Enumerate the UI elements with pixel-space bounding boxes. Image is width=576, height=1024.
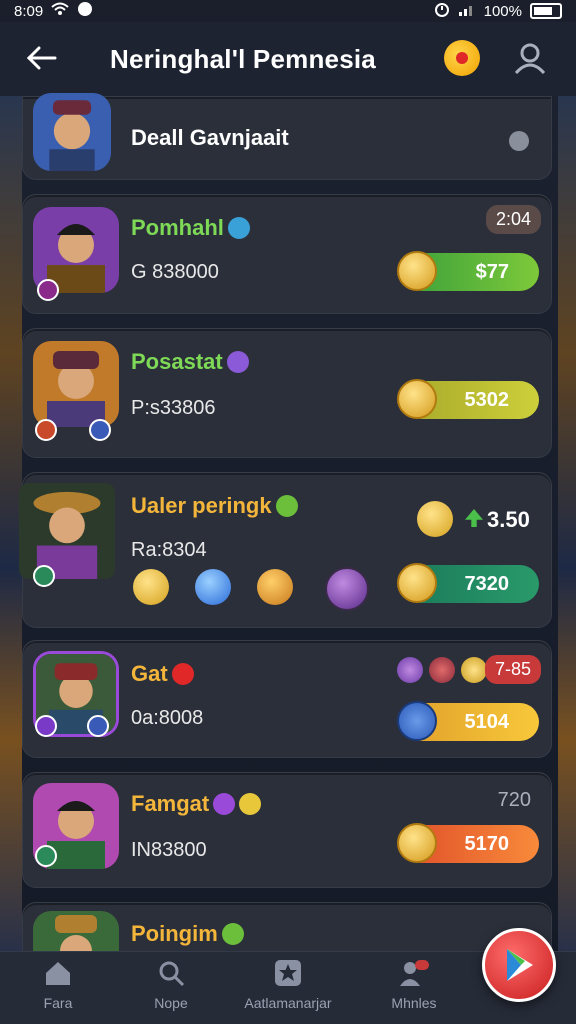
back-button[interactable] — [24, 40, 60, 76]
orb-item-icon — [325, 567, 369, 611]
list-item[interactable]: Gat 0a:8008 7-85 5104 — [22, 640, 552, 758]
player-name: Famgat — [131, 791, 262, 817]
status-left: 8:09 — [14, 1, 93, 21]
chest-icon — [397, 701, 437, 741]
status-bar: 8:09 100% — [0, 0, 576, 22]
price-button[interactable]: 5170 — [397, 823, 539, 863]
price-value: 5170 — [464, 832, 510, 855]
battery-percent: 100% — [483, 2, 522, 20]
search-icon — [159, 961, 185, 987]
nav-achievements-label: Aatlamanarjar — [244, 995, 332, 1011]
player-name: Posastat — [131, 349, 249, 375]
player-score: IN83800 — [131, 839, 207, 861]
users-icon — [400, 960, 429, 986]
notification-dot — [456, 52, 468, 64]
verified-icon — [227, 217, 250, 239]
gem-icon — [213, 793, 236, 815]
price-button[interactable]: 7320 — [397, 563, 539, 603]
status-right: 100% — [434, 1, 562, 21]
gold-gem-icon — [461, 657, 487, 683]
play-icon — [507, 949, 533, 981]
battery-icon — [530, 3, 562, 19]
player-name: Ualer peringk — [131, 493, 298, 519]
menu-dot-icon[interactable] — [509, 131, 529, 151]
star-icon — [397, 563, 437, 603]
leaf-icon — [221, 923, 244, 945]
player-name: Deall Gavnjaait — [131, 125, 289, 150]
price-value: 5302 — [464, 388, 510, 411]
nav-achievements[interactable]: Aatlamanarjar — [236, 958, 340, 1011]
rank-badge — [87, 715, 109, 737]
purple-gem-icon — [397, 657, 423, 683]
wifi-icon — [51, 2, 69, 20]
backdrop-right — [558, 96, 576, 954]
avatar — [33, 93, 111, 171]
red-gem-icon — [429, 657, 455, 683]
count-tag: 720 — [497, 789, 531, 811]
time-tag: 2:04 — [485, 205, 541, 234]
profile-button[interactable] — [512, 40, 548, 76]
coin-small-icon — [239, 793, 262, 815]
star-badge-icon — [275, 960, 301, 986]
avatar — [33, 341, 119, 427]
rank-tag: 7-85 — [484, 655, 541, 684]
price-value: 7320 — [464, 572, 510, 595]
arrow-left-icon — [27, 46, 57, 70]
price-button[interactable]: $77 — [397, 251, 539, 291]
price-value: $77 — [475, 260, 509, 283]
trophy-icon — [397, 379, 437, 419]
alarm-icon — [434, 1, 450, 21]
coin-icon — [397, 251, 437, 291]
coin-icon — [417, 501, 453, 537]
price-value: 5104 — [464, 710, 510, 733]
coin-icon — [397, 823, 437, 863]
play-store-button[interactable] — [482, 928, 556, 1002]
nav-home[interactable]: Fara — [36, 958, 80, 1011]
gem-icon — [226, 351, 249, 373]
player-score: G 838000 — [131, 261, 219, 283]
level-badge — [35, 715, 57, 737]
bubble-item-icon — [195, 569, 231, 605]
up-arrow-icon — [465, 509, 483, 527]
level-badge — [35, 845, 57, 867]
rank-badge — [89, 419, 111, 441]
nav-messages[interactable]: Mhnles — [386, 958, 442, 1011]
page-title: Neringhal'l Pemnesia — [110, 44, 376, 74]
player-name: Gat — [131, 661, 194, 687]
list-item[interactable]: Deall Gavnjaait — [22, 93, 552, 180]
notification-button[interactable] — [444, 40, 480, 76]
nav-messages-label: Mhnles — [391, 995, 437, 1011]
app-header: Neringhal'l Pemnesia — [0, 22, 576, 96]
list-item[interactable]: Posastat P:s33806 5302 — [22, 328, 552, 458]
nav-search[interactable]: Nope — [146, 958, 196, 1011]
list-item[interactable]: Ualer peringk Ra:8304 3.50 7320 — [19, 472, 552, 628]
price-button[interactable]: 5302 — [397, 379, 539, 419]
avatar — [19, 483, 115, 579]
home-icon — [46, 962, 70, 985]
level-badge — [33, 565, 55, 587]
moon-item-icon — [133, 569, 169, 605]
player-name: Poingim — [131, 921, 244, 947]
player-name: Pomhahl — [131, 215, 250, 241]
user-icon — [514, 43, 546, 75]
player-score: P:s33806 — [131, 397, 216, 419]
leaf-icon — [275, 495, 298, 517]
list-item[interactable]: Pomhahl G 838000 2:04 $77 — [22, 194, 552, 314]
level-badge — [35, 419, 57, 441]
rate-value: 3.50 — [487, 507, 530, 532]
sim-icon — [77, 1, 93, 21]
player-score: 0a:8008 — [131, 707, 204, 729]
star-item-icon — [257, 569, 293, 605]
signal-icon — [458, 2, 476, 20]
list-item[interactable]: Famgat IN83800 720 5170 — [22, 772, 552, 888]
heart-icon — [171, 663, 194, 685]
nav-search-label: Nope — [154, 995, 188, 1011]
player-score: Ra:8304 — [131, 539, 207, 561]
level-badge — [37, 279, 59, 301]
status-time: 8:09 — [14, 2, 44, 20]
nav-home-label: Fara — [43, 995, 73, 1011]
price-button[interactable]: 5104 — [397, 701, 539, 741]
